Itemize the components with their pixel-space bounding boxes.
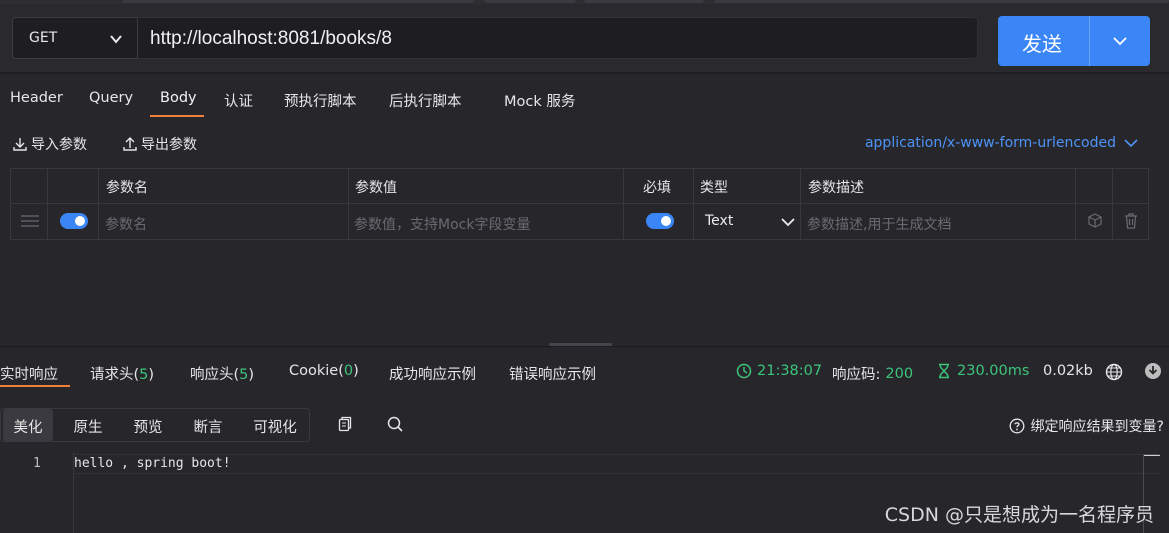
- hourglass-icon: [939, 363, 949, 379]
- chevron-down-icon: [1124, 139, 1138, 148]
- tab-label: Cookie(: [289, 363, 344, 379]
- tab-pre-script[interactable]: 预执行脚本: [284, 90, 357, 111]
- response-duration: 230.00ms: [936, 363, 1029, 379]
- view-mode-assert[interactable]: 断言: [183, 409, 233, 441]
- required-toggle[interactable]: [646, 213, 674, 229]
- tab-request-headers[interactable]: 请求头(5): [90, 363, 154, 384]
- tab-cookie[interactable]: Cookie(0): [289, 363, 359, 379]
- tab-error-example[interactable]: 错误响应示例: [509, 363, 596, 384]
- method-value: GET: [29, 30, 58, 46]
- tab-body[interactable]: Body: [160, 90, 197, 106]
- export-params-button[interactable]: 导出参数: [122, 134, 197, 154]
- size-value: 0.02kb: [1043, 363, 1093, 379]
- clock-icon: [736, 363, 752, 379]
- tab-success-example[interactable]: 成功响应示例: [389, 363, 476, 384]
- bind-response-label: 绑定响应结果到变量?: [1030, 419, 1164, 435]
- send-divider: [1089, 16, 1090, 66]
- request-tabs: Header Query Body 认证 预执行脚本 后执行脚本 Mock 服务: [0, 74, 1169, 124]
- upload-icon: [123, 137, 137, 151]
- drag-handle-icon[interactable]: [21, 215, 39, 227]
- table-row: 参数名 参数值，支持Mock字段变量 Text 参数描述,用于生成文档: [11, 204, 1148, 239]
- import-params-label: 导入参数: [31, 137, 87, 153]
- content-type-value: application/x-www-form-urlencoded: [864, 135, 1116, 151]
- response-tabs: 实时响应 请求头(5) 响应头(5) Cookie(0) 成功响应示例 错误响应…: [0, 347, 1169, 393]
- view-mode-pretty[interactable]: 美化: [3, 409, 53, 441]
- count-badge: 0: [343, 363, 354, 379]
- active-tab-indicator: [150, 115, 204, 117]
- line-number: 1: [33, 456, 41, 471]
- url-input[interactable]: http://localhost:8081/books/8: [138, 17, 978, 59]
- copy-icon[interactable]: [336, 415, 354, 433]
- watermark: CSDN @只是想成为一名程序员: [884, 504, 1154, 526]
- chevron-down-icon: [110, 35, 122, 44]
- view-mode-visualize[interactable]: 可视化: [245, 409, 305, 441]
- active-tab-indicator: [0, 385, 70, 387]
- download-circle-icon[interactable]: [1144, 362, 1162, 380]
- tab-post-script[interactable]: 后执行脚本: [389, 90, 462, 111]
- param-description-input[interactable]: 参数描述,用于生成文档: [807, 214, 951, 234]
- bind-response-to-variable[interactable]: 绑定响应结果到变量?: [1009, 416, 1164, 436]
- response-time: 21:38:07: [736, 363, 822, 379]
- question-circle-icon: [1009, 418, 1025, 434]
- column-header-value: 参数值: [355, 180, 397, 196]
- export-params-label: 导出参数: [141, 137, 197, 153]
- param-name-input[interactable]: 参数名: [105, 214, 147, 234]
- url-bar: GET http://localhost:8081/books/8 发送: [0, 4, 1169, 72]
- status-code: 响应码: 200: [832, 363, 913, 384]
- body-toolbar: 导入参数 导出参数 application/x-www-form-urlenco…: [0, 124, 1169, 164]
- response-size: 0.02kb: [1043, 363, 1093, 379]
- method-select[interactable]: GET: [12, 17, 138, 59]
- download-icon: [13, 138, 27, 151]
- content-type-select[interactable]: application/x-www-form-urlencoded: [865, 135, 1138, 151]
- import-params-button[interactable]: 导入参数: [12, 134, 87, 154]
- tab-response-headers[interactable]: 响应头(5): [190, 363, 254, 384]
- tab-query[interactable]: Query: [89, 90, 133, 106]
- status-label: 响应码:: [832, 367, 881, 383]
- send-button[interactable]: 发送: [998, 16, 1150, 66]
- cube-icon[interactable]: [1086, 212, 1104, 230]
- tab-auth[interactable]: 认证: [224, 90, 253, 111]
- view-mode-preview[interactable]: 预览: [123, 409, 173, 441]
- column-header-name: 参数名: [106, 180, 148, 196]
- tab-realtime-response[interactable]: 实时响应: [0, 363, 58, 384]
- tab-label: 请求头(: [90, 367, 140, 383]
- tab-paren: ): [353, 363, 359, 379]
- duration-value: 230.00ms: [957, 363, 1030, 379]
- status-value: 200: [885, 365, 914, 382]
- response-body-text: hello , spring boot!: [74, 456, 231, 471]
- tab-mock-service[interactable]: Mock 服务: [504, 90, 575, 111]
- column-header-required: 必填: [643, 180, 671, 196]
- row-enabled-toggle[interactable]: [60, 213, 88, 229]
- tab-header[interactable]: Header: [10, 90, 63, 106]
- view-mode-raw[interactable]: 原生: [63, 409, 113, 441]
- send-options-chevron-icon[interactable]: [1112, 34, 1128, 48]
- current-line-highlight: [74, 454, 1160, 474]
- tab-paren: ): [248, 367, 255, 383]
- trash-icon[interactable]: [1122, 212, 1140, 230]
- tab-label: 响应头(: [190, 367, 240, 383]
- param-value-input[interactable]: 参数值，支持Mock字段变量: [354, 214, 530, 234]
- table-header: 参数名 参数值 必填 类型 参数描述: [11, 169, 1148, 204]
- send-label: 发送: [1022, 32, 1062, 56]
- params-table: 参数名 参数值 必填 类型 参数描述 参数名 参数值，支持Mock字段变量 Te…: [10, 168, 1149, 240]
- search-icon[interactable]: [386, 415, 404, 433]
- url-value: http://localhost:8081/books/8: [150, 28, 392, 49]
- chevron-down-icon: [781, 218, 795, 227]
- tab-paren: ): [148, 367, 155, 383]
- view-mode-bar: 美化 原生 预览 断言 可视化: [0, 408, 310, 442]
- column-header-type: 类型: [700, 180, 728, 196]
- globe-icon[interactable]: [1105, 363, 1123, 381]
- column-header-description: 参数描述: [808, 180, 864, 196]
- type-value: Text: [705, 213, 734, 229]
- time-value: 21:38:07: [757, 363, 823, 379]
